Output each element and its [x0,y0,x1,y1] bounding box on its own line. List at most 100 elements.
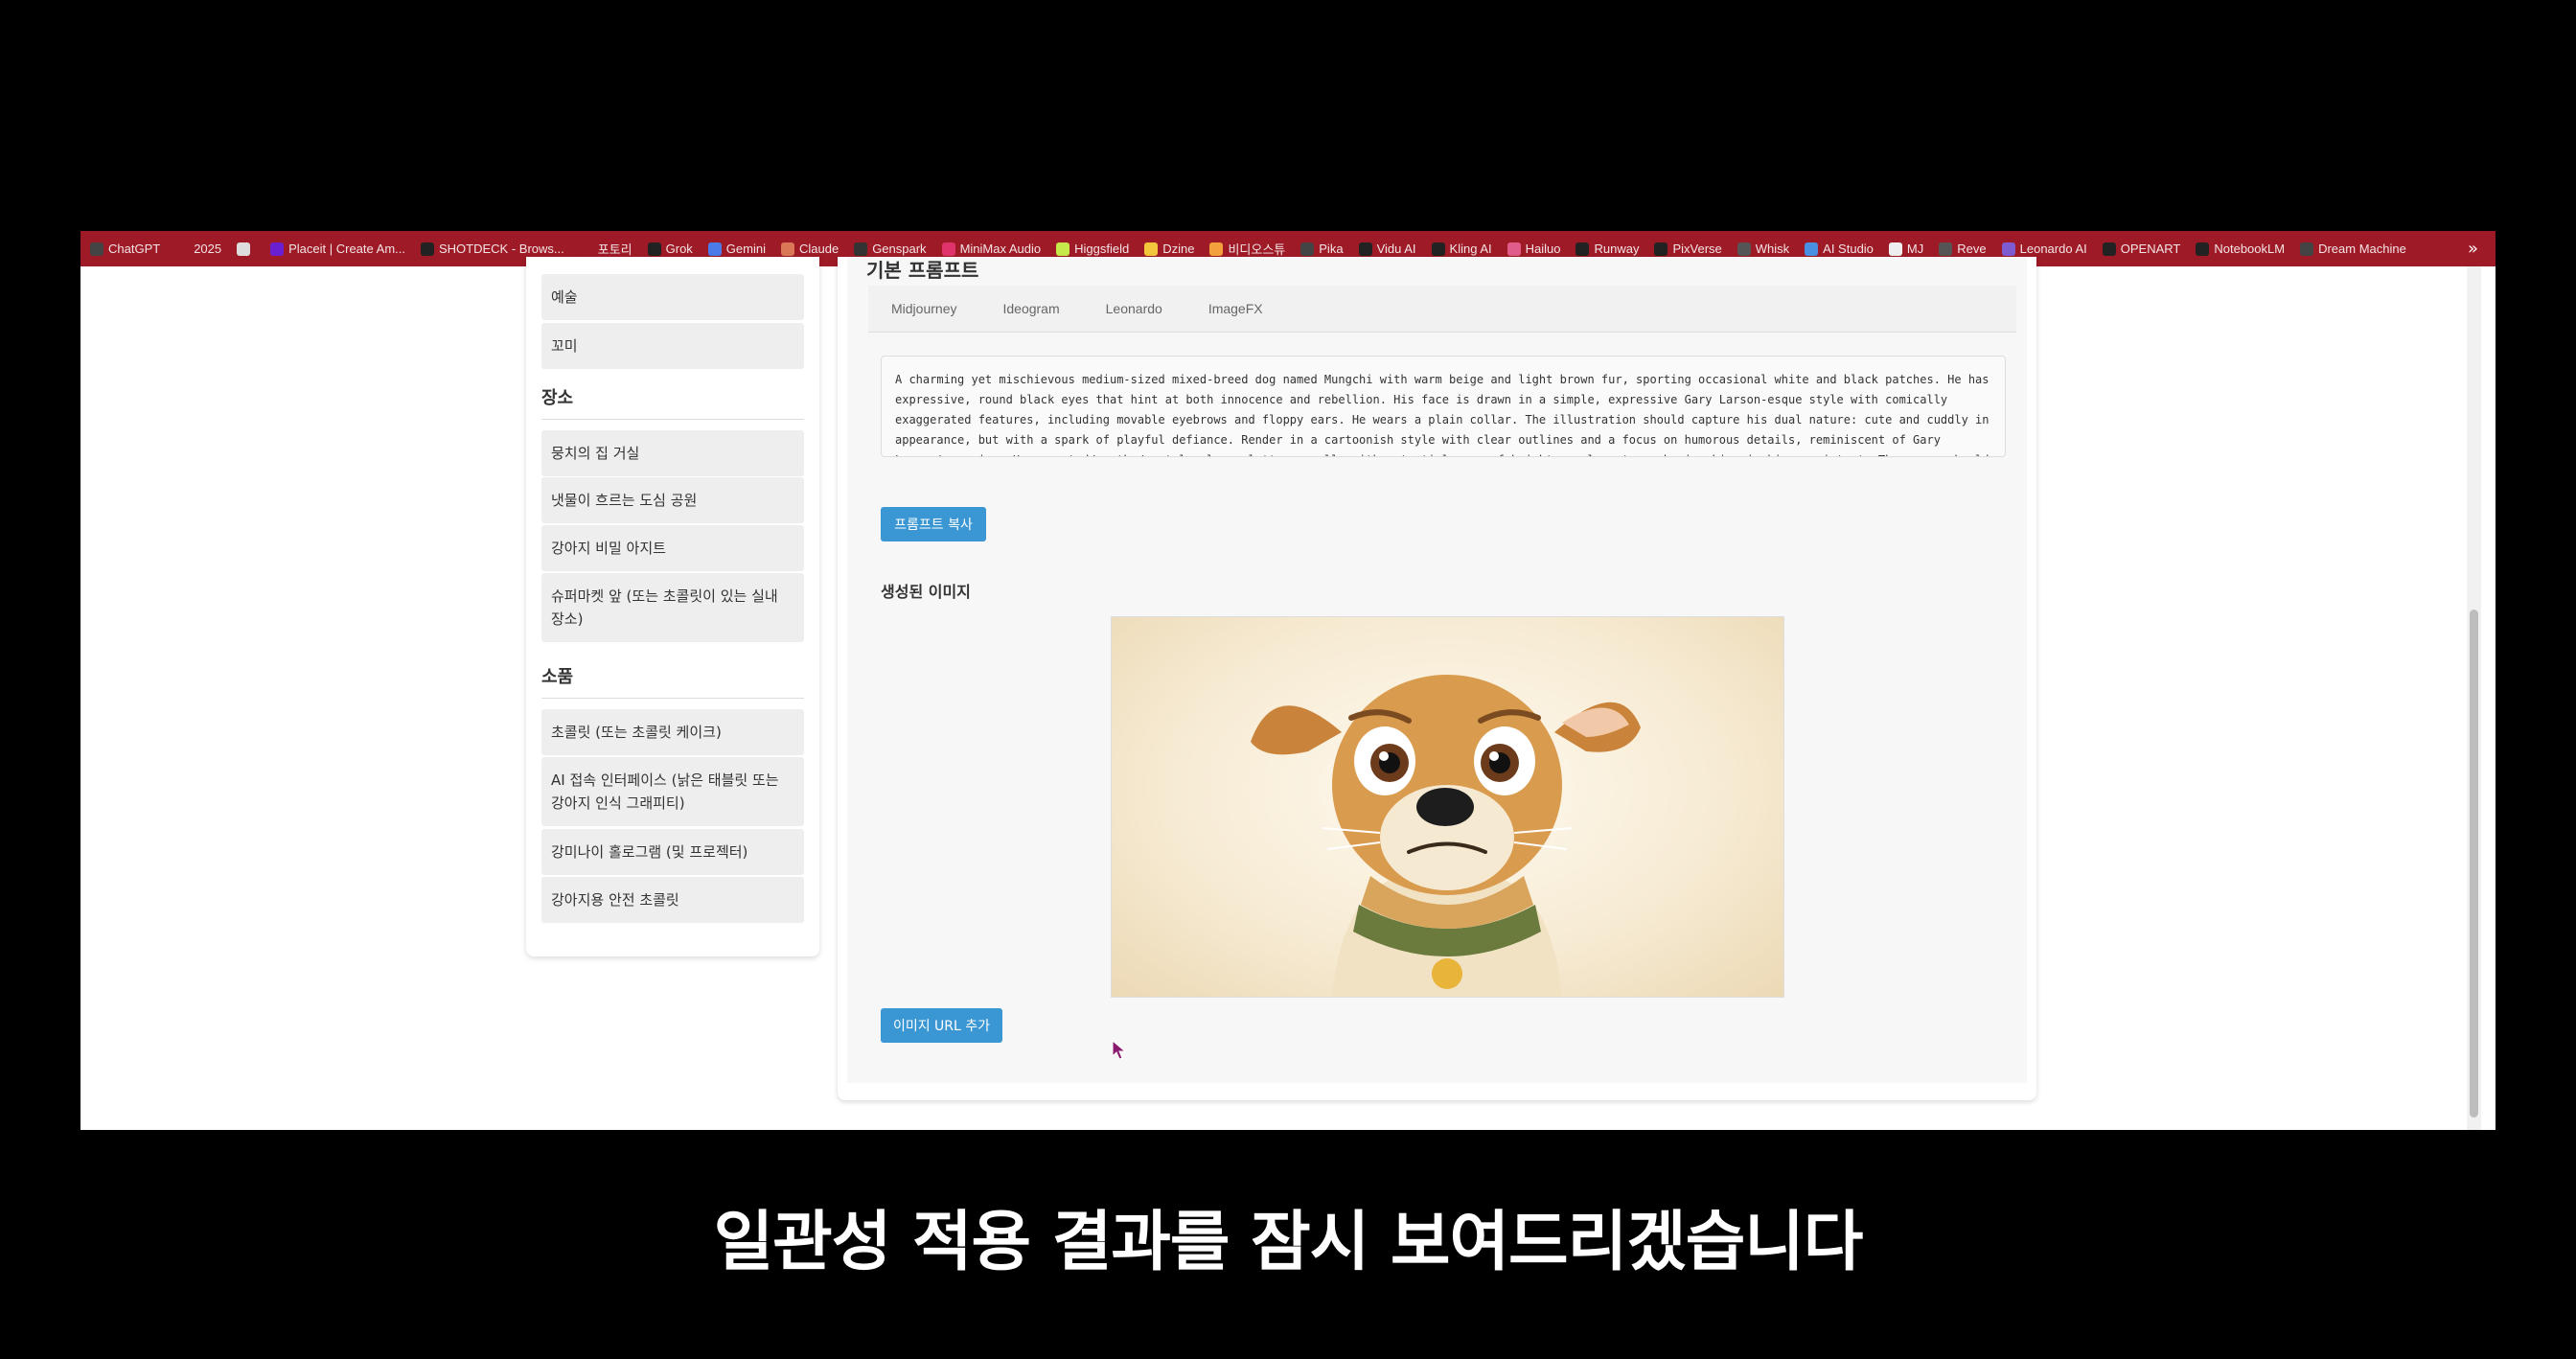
more-bookmarks-icon[interactable]: » [2468,239,2478,259]
bookmark-item[interactable]: Runway [1576,242,1639,256]
bookmark-favicon-icon [1300,242,1315,256]
bookmark-item[interactable] [237,242,255,256]
tab-imagefx[interactable]: ImageFX [1185,301,1286,316]
bookmark-item[interactable]: NotebookLM [2196,242,2285,256]
bookmark-favicon-icon [1736,242,1751,256]
sidebar-item[interactable]: 강아지 비밀 아지트 [541,525,804,571]
bookmark-favicon-icon [1805,242,1819,256]
copy-prompt-button[interactable]: 프롬프트 복사 [881,507,986,541]
bookmark-favicon-icon [1358,242,1372,256]
bookmark-favicon-icon [1506,242,1521,256]
bookmark-item[interactable]: AI Studio [1805,242,1874,256]
bookmark-item[interactable]: Whisk [1736,242,1790,256]
bookmark-item[interactable]: Pika [1300,242,1344,256]
video-subtitle: 일관성 적용 결과를 잠시 보여드리겠습니다 [713,1205,1864,1280]
bookmark-item[interactable]: Dzine [1144,242,1194,256]
bookmark-item[interactable]: Higgsfield [1056,242,1129,256]
bookmark-label: Gemini [725,242,766,256]
bookmark-item[interactable]: Claude [780,242,839,256]
generated-image-label: 생성된 이미지 [881,583,971,601]
bookmark-favicon-icon [780,242,794,256]
bookmark-item[interactable]: 2025 [175,242,221,256]
bookmark-label: MJ [1906,242,1924,256]
bookmark-item[interactable]: 비디오스튜 [1209,240,1285,258]
bookmark-favicon-icon [2300,242,2314,256]
mouse-cursor-icon [1112,1039,1127,1065]
bookmark-label: Runway [1594,242,1640,256]
page-scrollbar[interactable] [2467,266,2481,1130]
page-content: 예술 꼬미 장소 뭉치의 집 거실 냇물이 흐르는 도심 공원 강아지 비밀 아… [80,257,2481,1130]
dog-illustration [1251,675,1641,997]
bookmark-favicon-icon [854,242,868,256]
sidebar-item[interactable]: 강미나이 홀로그램 (및 프로젝터) [541,829,804,875]
sidebar-item[interactable]: 슈퍼마켓 앞 (또는 초콜릿이 있는 실내 장소) [541,573,804,642]
prompt-text[interactable]: A charming yet mischievous medium-sized … [881,356,2006,457]
bookmark-label: Whisk [1755,242,1790,256]
bookmark-item[interactable]: Dream Machine [2300,242,2406,256]
bookmark-favicon-icon [1939,242,1953,256]
bookmark-item[interactable]: OPENART [2102,242,2180,256]
sidebar-item[interactable]: 꼬미 [541,323,804,369]
scrollbar-thumb[interactable] [2470,610,2478,1117]
bookmark-label: Pika [1319,242,1344,256]
bookmark-favicon-icon [707,242,722,256]
bookmark-item[interactable]: Kling AI [1431,242,1492,256]
sidebar-item[interactable]: 냇물이 흐르는 도심 공원 [541,477,804,523]
bookmark-item[interactable]: SHOTDECK - Brows... [420,242,564,256]
bookmark-favicon-icon [2102,242,2116,256]
add-image-url-button[interactable]: 이미지 URL 추가 [881,1008,1002,1043]
section-heading-props: 소품 [541,663,804,699]
generated-image [1111,616,1784,998]
sidebar-item[interactable]: 초콜릿 (또는 초콜릿 케이크) [541,709,804,755]
sidebar-item[interactable]: 예술 [541,274,804,320]
bookmark-label: 비디오스튜 [1228,242,1286,257]
bookmark-item[interactable]: Leonardo AI [2001,242,2087,256]
bookmark-item[interactable]: Vidu AI [1358,242,1416,256]
bookmark-favicon-icon [579,242,593,256]
bookmark-label: Dzine [1162,242,1195,256]
bookmark-label: Placeit | Create Am... [288,242,405,256]
bookmark-item[interactable]: Hailuo [1506,242,1561,256]
bookmark-label: Higgsfield [1074,242,1130,256]
bookmark-label: ChatGPT [108,242,161,256]
sidebar-panel: 예술 꼬미 장소 뭉치의 집 거실 냇물이 흐르는 도심 공원 강아지 비밀 아… [526,257,819,956]
bookmark-label: Genspark [872,242,927,256]
bookmark-label: NotebookLM [2214,242,2286,256]
bookmark-label: MiniMax Audio [959,242,1042,256]
sidebar-item[interactable]: 강아지용 안전 초콜릿 [541,877,804,923]
bookmark-item[interactable]: Placeit | Create Am... [270,242,405,256]
sidebar-item[interactable]: 뭉치의 집 거실 [541,430,804,476]
sidebar-item[interactable]: AI 접속 인터페이스 (낡은 태블릿 또는 강아지 인식 그래피티) [541,757,804,826]
bookmark-label: Reve [1957,242,1987,256]
bookmark-item[interactable]: MJ [1888,242,1924,256]
bookmark-label: Kling AI [1449,242,1492,256]
bookmark-label: Vidu AI [1376,242,1416,256]
bookmark-item[interactable]: Grok [647,242,693,256]
bookmark-favicon-icon [237,242,251,256]
bookmark-item[interactable]: Genspark [854,242,927,256]
bookmark-favicon-icon [1209,242,1224,256]
bookmark-label: AI Studio [1823,242,1874,256]
bookmark-item[interactable]: PixVerse [1654,242,1722,256]
bookmark-label: Hailuo [1525,242,1561,256]
bookmark-favicon-icon [2196,242,2210,256]
tab-leonardo[interactable]: Leonardo [1083,301,1185,316]
tab-ideogram[interactable]: Ideogram [979,301,1082,316]
bookmark-favicon-icon [90,242,104,256]
bookmark-item[interactable]: 포토리 [579,240,632,258]
bookmark-label: 포토리 [597,242,632,257]
section-heading-places: 장소 [541,384,804,420]
section-title: 기본 프롬프트 [866,259,979,282]
bookmark-item[interactable]: MiniMax Audio [941,242,1042,256]
bookmark-favicon-icon [1576,242,1590,256]
bookmark-favicon-icon [1056,242,1070,256]
bookmark-item[interactable]: Reve [1939,242,1987,256]
bookmark-favicon-icon [420,242,434,256]
prompt-card: 기본 프롬프트 Midjourney Ideogram Leonardo Ima… [847,257,2027,1083]
bookmark-item[interactable]: Gemini [707,242,766,256]
bookmark-item[interactable]: ChatGPT [90,242,160,256]
bookmark-favicon-icon [647,242,661,256]
browser-screen: ChatGPT 2025 Placeit | Create Am... SHOTDEC… [80,231,2496,1130]
tab-midjourney[interactable]: Midjourney [868,301,979,316]
model-tabs: Midjourney Ideogram Leonardo ImageFX [868,286,2016,333]
